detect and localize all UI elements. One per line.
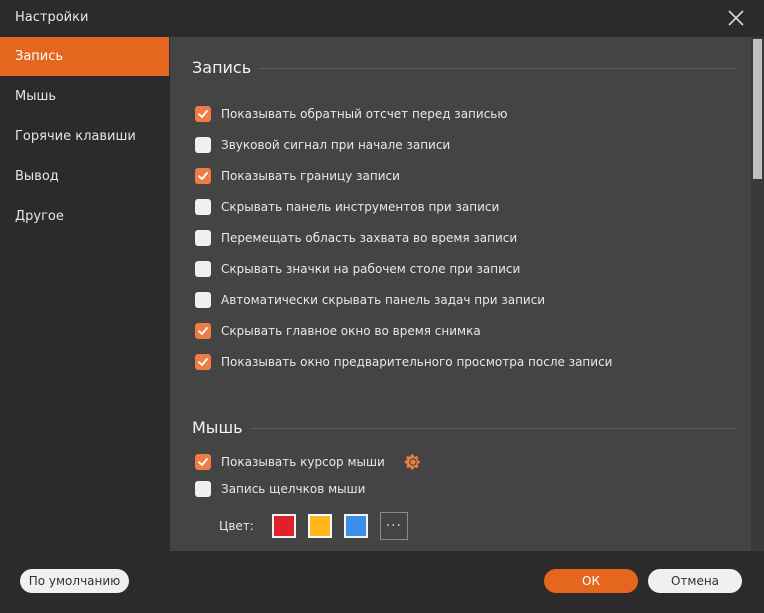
recording-option: Показывать окно предварительного просмот… [195, 353, 612, 371]
checkbox[interactable] [195, 261, 211, 277]
color-label: Цвет: [219, 519, 254, 533]
option-label: Показывать обратный отсчет перед записью [221, 107, 508, 121]
section-divider [250, 428, 736, 429]
checkbox[interactable] [195, 106, 211, 122]
recording-option: Автоматически скрывать панель задач при … [195, 291, 545, 309]
more-icon: ··· [385, 518, 402, 534]
sidebar-item-hotkeys[interactable]: Горячие клавиши [0, 117, 169, 156]
option-label: Запись щелчков мыши [221, 482, 366, 496]
option-label: Показывать окно предварительного просмот… [221, 355, 613, 369]
sidebar-item-output[interactable]: Вывод [0, 157, 169, 196]
sidebar-item-label: Мышь [15, 89, 57, 104]
checkbox[interactable] [195, 199, 211, 215]
footer: По умолчанию ОК Отмена [0, 551, 764, 613]
checkbox[interactable] [195, 323, 211, 339]
color-swatch-yellow[interactable] [307, 514, 332, 538]
checkbox[interactable] [195, 292, 211, 308]
cancel-button[interactable]: Отмена [648, 569, 742, 593]
scrollbar-thumb[interactable] [753, 39, 762, 179]
section-title-recording: Запись [192, 58, 252, 77]
scrollbar[interactable] [751, 37, 764, 551]
section-title-mouse: Мышь [192, 418, 243, 437]
recording-option: Показывать границу записи [195, 167, 400, 185]
window-title: Настройки [15, 10, 89, 25]
option-label: Показывать границу записи [221, 169, 400, 183]
checkmark-icon [198, 458, 208, 466]
checkbox[interactable] [195, 454, 211, 470]
checkmark-icon [198, 172, 208, 180]
recording-option: Скрывать главное окно во время снимка [195, 322, 481, 340]
color-picker-row: Цвет: ··· [219, 512, 408, 540]
sidebar-item-label: Другое [15, 209, 64, 224]
checkbox[interactable] [195, 137, 211, 153]
sidebar-item-label: Запись [15, 49, 64, 64]
more-colors-button[interactable]: ··· [379, 512, 408, 540]
settings-content: Запись Показывать обратный отсчет перед … [170, 37, 764, 551]
option-label: Скрывать главное окно во время снимка [221, 324, 481, 338]
color-swatch-red[interactable] [271, 514, 296, 538]
ok-button[interactable]: ОК [544, 569, 638, 593]
checkmark-icon [198, 110, 208, 118]
checkbox[interactable] [195, 230, 211, 246]
option-record-clicks: Запись щелчков мыши [195, 480, 365, 498]
sidebar-item-label: Горячие клавиши [15, 129, 136, 144]
recording-option: Скрывать значки на рабочем столе при зап… [195, 260, 520, 278]
color-swatch-blue[interactable] [343, 514, 368, 538]
checkbox[interactable] [195, 481, 211, 497]
recording-option: Перемещать область захвата во время запи… [195, 229, 517, 247]
recording-option: Показывать обратный отсчет перед записью [195, 105, 507, 123]
option-label: Скрывать значки на рабочем столе при зап… [221, 262, 521, 276]
sidebar-item-label: Вывод [15, 169, 59, 184]
recording-option: Скрывать панель инструментов при записи [195, 198, 499, 216]
option-label: Показывать курсор мыши [221, 455, 385, 469]
sidebar: Запись Мышь Горячие клавиши Вывод Другое [0, 37, 169, 551]
checkmark-icon [198, 327, 208, 335]
close-button[interactable] [726, 8, 746, 28]
sidebar-item-mouse[interactable]: Мышь [0, 77, 169, 116]
close-icon [728, 10, 744, 26]
checkmark-icon [198, 358, 208, 366]
section-divider [258, 68, 736, 69]
checkbox[interactable] [195, 354, 211, 370]
sidebar-item-recording[interactable]: Запись [0, 37, 169, 76]
option-label: Автоматически скрывать панель задач при … [221, 293, 546, 307]
option-label: Скрывать панель инструментов при записи [221, 200, 500, 214]
option-label: Перемещать область захвата во время запи… [221, 231, 518, 245]
recording-option: Звуковой сигнал при начале записи [195, 136, 450, 154]
settings-window: Настройки Запись Мышь Горячие клавиши Вы… [0, 0, 764, 613]
option-label: Звуковой сигнал при начале записи [221, 138, 451, 152]
sidebar-item-other[interactable]: Другое [0, 197, 169, 236]
checkbox[interactable] [195, 168, 211, 184]
gear-icon[interactable] [404, 453, 422, 471]
default-button[interactable]: По умолчанию [20, 569, 129, 593]
option-show-cursor: Показывать курсор мыши [195, 453, 422, 471]
title-bar: Настройки [0, 0, 764, 36]
